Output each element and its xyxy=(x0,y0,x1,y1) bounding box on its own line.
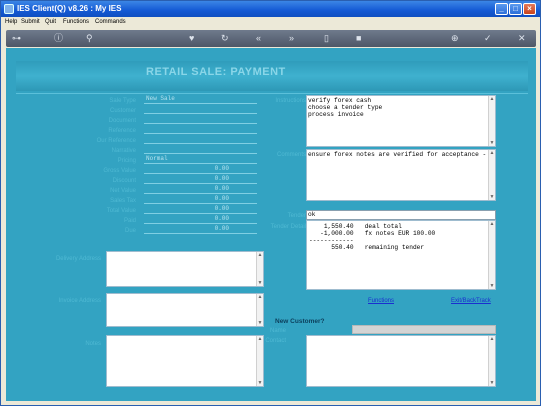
key-icon[interactable]: ⊶ xyxy=(12,33,21,43)
label-sales-tax: Sales Tax xyxy=(110,198,136,204)
forward-icon[interactable]: » xyxy=(289,33,294,43)
label-tender: Tender xyxy=(287,213,306,219)
functions-link[interactable]: Functions xyxy=(368,298,394,304)
label-document: Document xyxy=(108,118,136,124)
document-icon[interactable]: ▯ xyxy=(324,33,329,43)
field-our-reference[interactable] xyxy=(144,135,257,144)
menu-quit[interactable]: Quit xyxy=(45,19,56,25)
label-pricing: Pricing xyxy=(117,158,136,164)
delivery-address-box[interactable]: ▲ ▼ xyxy=(106,251,264,287)
tender-detail-box: 1,550.40 deal total -1,000.00 fx notes E… xyxy=(306,220,496,290)
scrollbar[interactable]: ▲ ▼ xyxy=(488,150,495,200)
menu-functions[interactable]: Functions xyxy=(63,19,89,25)
comments-text: ensure forex notes are verified for acce… xyxy=(308,151,487,158)
title-bar: IES Client(Q) v8.26 : My IES _ □ × xyxy=(1,1,540,17)
back-icon[interactable]: « xyxy=(256,33,261,43)
label-gross-value: Gross Value xyxy=(103,168,136,174)
label-net-value: Net Value xyxy=(110,188,136,194)
label-notes: Notes xyxy=(85,341,101,347)
stop-icon[interactable]: ■ xyxy=(356,33,361,43)
tender-input[interactable]: ok xyxy=(306,210,496,220)
label-our-reference: Our Reference xyxy=(96,138,136,144)
app-content: RETAIL SALE: PAYMENT Sale Type New Sale … xyxy=(6,48,536,401)
label-customer-name: Name xyxy=(269,328,286,334)
close-button[interactable]: × xyxy=(523,3,536,15)
label-discount: Discount xyxy=(112,178,136,184)
label-delivery-address: Delivery Address xyxy=(55,256,101,262)
field-document[interactable] xyxy=(144,115,257,124)
field-customer[interactable] xyxy=(144,105,257,114)
scrollbar[interactable]: ▲ ▼ xyxy=(488,96,495,146)
menu-help[interactable]: Help xyxy=(5,19,17,25)
label-reference: Reference xyxy=(108,128,136,134)
label-narrative: Narrative xyxy=(111,148,136,154)
maximize-button[interactable]: □ xyxy=(509,3,522,15)
label-customer: Customer xyxy=(109,108,136,114)
scrollbar[interactable]: ▲ ▼ xyxy=(488,336,495,386)
window-title: IES Client(Q) v8.26 : My IES xyxy=(17,4,122,13)
instructions-text: verify forex cash choose a tender type p… xyxy=(308,97,383,118)
header-divider xyxy=(16,93,528,94)
label-due: Due xyxy=(124,228,136,234)
menu-submit[interactable]: Submit xyxy=(21,19,40,25)
label-paid: Paid xyxy=(123,218,136,224)
instructions-box: verify forex cash choose a tender type p… xyxy=(306,95,496,147)
close-icon[interactable]: ✕ xyxy=(518,33,526,43)
invoice-address-box[interactable]: ▲ ▼ xyxy=(106,293,264,327)
comments-box: ensure forex notes are verified for acce… xyxy=(306,149,496,201)
add-icon[interactable]: ⊕ xyxy=(451,33,459,43)
label-total-value: Total Value xyxy=(106,208,136,214)
scrollbar[interactable]: ▲ ▼ xyxy=(256,294,263,326)
refresh-icon[interactable]: ↻ xyxy=(221,33,229,43)
page-title: RETAIL SALE: PAYMENT xyxy=(146,66,286,78)
toolbar: ⊶ ⓘ ⚲ ♥ ↻ « » ▯ ■ ⊕ ✓ ✕ xyxy=(6,30,536,47)
app-window: IES Client(Q) v8.26 : My IES _ □ × Help … xyxy=(0,0,541,406)
new-customer-title: New Customer? xyxy=(275,318,325,325)
field-gross-value[interactable]: 0.00 xyxy=(144,165,257,174)
app-icon xyxy=(4,4,14,14)
new-customer-box[interactable]: ▲ ▼ xyxy=(306,335,496,387)
menu-commands[interactable]: Commands xyxy=(95,19,126,25)
minimize-button[interactable]: _ xyxy=(495,3,508,15)
label-comments: Comments xyxy=(276,152,306,158)
tender-detail-text: 1,550.40 deal total -1,000.00 fx notes E… xyxy=(309,223,436,251)
check-icon[interactable]: ✓ xyxy=(484,33,492,43)
label-invoice-address: Invoice Address xyxy=(58,298,101,304)
menu-bar: Help Submit Quit Functions Commands xyxy=(1,17,540,28)
scrollbar[interactable]: ▲ ▼ xyxy=(488,221,495,289)
field-reference[interactable] xyxy=(144,125,257,134)
label-tender-detail: Tender Detail xyxy=(270,224,306,230)
label-instructions: Instructions xyxy=(275,98,306,104)
search-icon[interactable]: ⚲ xyxy=(86,33,93,43)
info-icon[interactable]: ⓘ xyxy=(54,33,63,43)
customer-name-field[interactable] xyxy=(352,325,496,334)
label-contact: Contact xyxy=(265,338,286,344)
label-sale-type: Sale Type xyxy=(109,98,136,104)
scrollbar[interactable]: ▲ ▼ xyxy=(256,252,263,286)
exit-backtrack-link[interactable]: Exit/BackTrack xyxy=(451,298,491,304)
field-sales-tax[interactable]: 0.00 xyxy=(144,195,257,204)
field-net-value[interactable]: 0.00 xyxy=(144,185,257,194)
heart-icon[interactable]: ♥ xyxy=(189,33,194,43)
field-discount[interactable]: 0.00 xyxy=(144,175,257,184)
